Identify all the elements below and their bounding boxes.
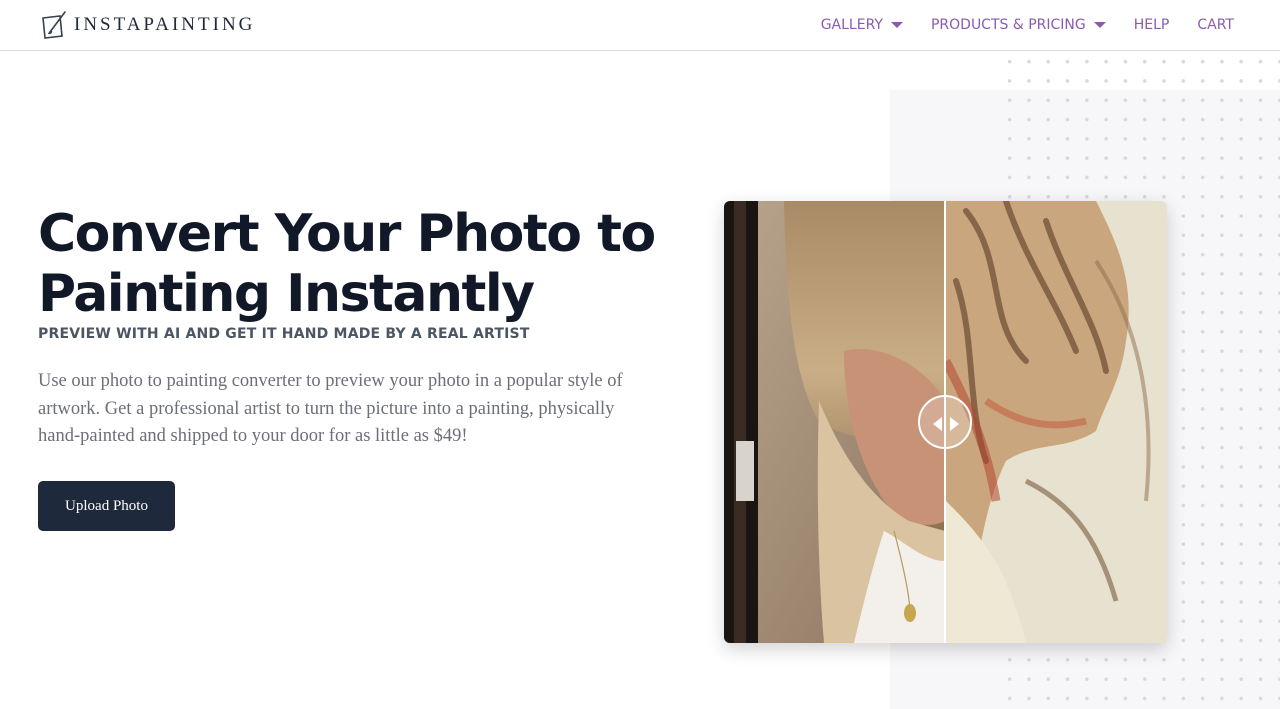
nav-help[interactable]: HELP <box>1134 17 1170 33</box>
brand-name: INSTAPAINTING <box>74 14 256 35</box>
chevron-down-icon <box>890 22 903 28</box>
nav-products-pricing-label: PRODUCTS & PRICING <box>930 17 1086 33</box>
page-title: Convert Your Photo to Painting Instantly <box>38 204 656 324</box>
original-photo <box>724 201 945 643</box>
arrow-right-icon <box>950 417 959 431</box>
brand-logo[interactable]: INSTAPAINTING <box>40 10 255 40</box>
nav-cart-label: CART <box>1197 17 1234 33</box>
photo-painting-comparison[interactable] <box>724 201 1167 643</box>
painting-preview <box>946 201 1167 643</box>
slider-handle[interactable] <box>918 395 972 449</box>
hero-description: Use our photo to painting converter to p… <box>38 371 623 446</box>
site-header: INSTAPAINTING GALLERY PRODUCTS & PRICING… <box>0 0 1280 51</box>
chevron-down-icon <box>1093 22 1106 28</box>
upload-photo-button[interactable]: Upload Photo <box>38 481 175 531</box>
nav-gallery[interactable]: GALLERY <box>821 17 903 33</box>
nav-help-label: HELP <box>1133 17 1170 33</box>
nav-gallery-label: GALLERY <box>820 17 883 33</box>
brush-canvas-icon <box>42 11 66 39</box>
main-nav: GALLERY PRODUCTS & PRICING HELP CART <box>793 0 1234 50</box>
nav-products-pricing[interactable]: PRODUCTS & PRICING <box>931 17 1106 33</box>
nav-cart[interactable]: CART <box>1197 17 1234 33</box>
hero-subtitle: PREVIEW WITH AI AND GET IT HAND MADE BY … <box>38 326 530 342</box>
arrow-left-icon <box>933 417 942 431</box>
